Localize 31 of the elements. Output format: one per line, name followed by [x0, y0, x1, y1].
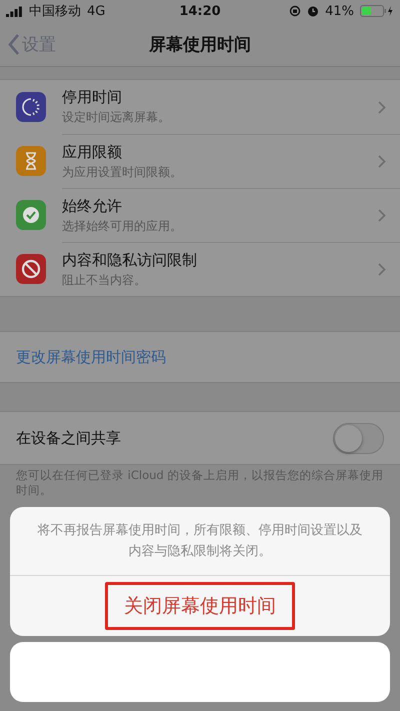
back-chevron-icon — [8, 34, 20, 54]
battery-percent: 41% — [325, 4, 354, 18]
row-title: 始终允许 — [62, 196, 123, 216]
settings-row[interactable]: 内容和隐私访问限制 阻止不当内容。 — [0, 242, 400, 296]
page-title: 屏幕使用时间 — [149, 34, 251, 56]
row-subtitle: 设定时间远离屏幕。 — [62, 109, 171, 126]
settings-row[interactable]: 始终允许 选择始终可用的应用。 — [0, 188, 400, 242]
carrier-name: 中国移动 — [29, 3, 81, 20]
share-toggle[interactable] — [333, 422, 384, 454]
turn-off-button[interactable]: 关闭屏幕使用时间 — [105, 582, 295, 630]
cancel-button[interactable] — [10, 642, 390, 702]
chevron-icon — [378, 263, 386, 276]
row-title: 停用时间 — [62, 88, 123, 107]
row-title: 应用限额 — [62, 142, 123, 162]
settings-row[interactable]: 停用时间 设定时间远离屏幕。 — [0, 80, 400, 134]
chevron-icon — [378, 100, 386, 114]
row-subtitle: 为应用设置时间限额。 — [62, 164, 183, 180]
settings-row[interactable]: 应用限额 为应用设置时间限额。 — [0, 134, 400, 188]
row-subtitle: 阻止不当内容。 — [62, 272, 147, 288]
chevron-icon — [378, 155, 386, 168]
row-title: 内容和隐私访问限制 — [62, 250, 198, 270]
clock-time: 14:20 — [179, 4, 221, 18]
sheet-message: 将不再报告屏幕使用时间，所有限额、停用时间设置以及内容与隐私限制将关闭。 — [10, 507, 390, 576]
alarm-clock-icon — [307, 5, 320, 17]
network-type: 4G — [87, 4, 106, 18]
chevron-icon — [378, 209, 386, 222]
rotation-lock-icon — [289, 5, 302, 17]
signal-icon — [6, 6, 23, 16]
share-label: 在设备之间共享 — [16, 428, 122, 448]
charging-battery-icon — [360, 5, 394, 17]
row-subtitle: 选择始终可用的应用。 — [62, 218, 183, 234]
